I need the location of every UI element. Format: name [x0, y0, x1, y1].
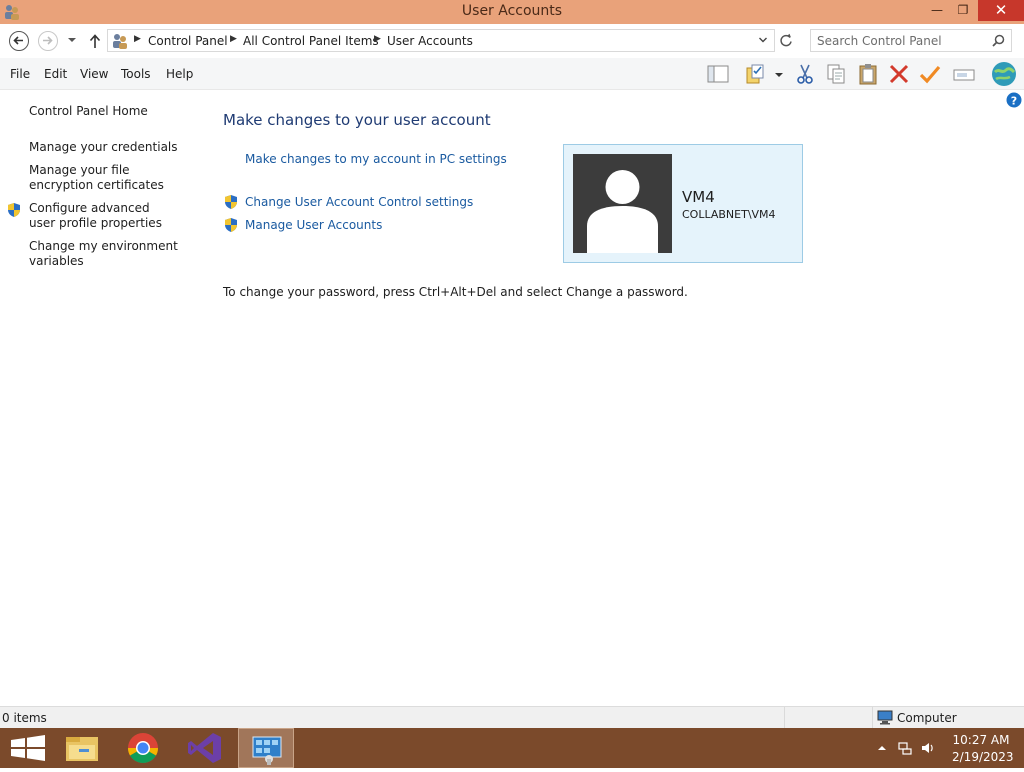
taskbar-file-explorer[interactable]: [56, 728, 112, 768]
item-count: 0 items: [2, 711, 47, 725]
status-divider: [872, 707, 873, 729]
address-bar[interactable]: ▶ Control Panel ▶ All Control Panel Item…: [107, 29, 775, 52]
cut-icon[interactable]: [793, 62, 817, 86]
window-title: User Accounts: [461, 3, 563, 19]
check-icon[interactable]: [918, 62, 942, 86]
status-divider: [784, 707, 785, 729]
forward-button[interactable]: [38, 31, 58, 51]
copy-icon[interactable]: [824, 62, 848, 86]
taskbar-clock-date[interactable]: 2/19/2023: [952, 750, 1014, 764]
search-input[interactable]: [817, 32, 987, 49]
uac-settings-link[interactable]: Change User Account Control settings: [245, 195, 473, 209]
taskbar-control-panel[interactable]: [238, 728, 294, 768]
nav-manage-credentials[interactable]: Manage your credentials: [29, 140, 199, 155]
back-button[interactable]: [9, 31, 29, 51]
search-icon[interactable]: [992, 34, 1005, 47]
control-panel-location-icon: [113, 34, 127, 49]
properties-icon[interactable]: [744, 62, 768, 86]
nav-file-encryption-certificates[interactable]: Manage your file encryption certificates: [29, 163, 189, 193]
start-button[interactable]: [0, 728, 56, 768]
nav-control-panel-home[interactable]: Control Panel Home: [29, 104, 199, 119]
nav-environment-variables[interactable]: Change my environment variables: [29, 239, 179, 269]
maximize-button[interactable]: ❐: [948, 0, 978, 21]
status-location: Computer: [897, 711, 957, 725]
breadcrumb-all-items[interactable]: All Control Panel Items: [243, 34, 379, 48]
menu-help[interactable]: Help: [166, 67, 193, 81]
windows-start-icon: [11, 735, 45, 761]
manage-user-accounts-link[interactable]: Manage User Accounts: [245, 218, 382, 232]
refresh-icon: [780, 33, 792, 47]
page-title: Make changes to your user account: [223, 111, 491, 129]
breadcrumb-user-accounts[interactable]: User Accounts: [387, 34, 473, 48]
chrome-icon: [127, 733, 158, 764]
svg-text:?: ?: [1011, 95, 1017, 108]
address-row: ▶ Control Panel ▶ All Control Panel Item…: [0, 24, 1024, 58]
shield-icon: [8, 203, 20, 217]
password-note: To change your password, press Ctrl+Alt+…: [223, 285, 688, 299]
taskbar: [0, 728, 1024, 768]
paste-icon[interactable]: [856, 62, 880, 86]
visual-studio-icon: [188, 733, 221, 763]
breadcrumb-separator-icon[interactable]: ▶: [134, 34, 141, 44]
shield-icon: [225, 195, 237, 209]
help-icon[interactable]: ?: [1006, 92, 1022, 108]
user-account-tile[interactable]: VM4 COLLABNET\VM4: [563, 144, 803, 263]
search-box[interactable]: [810, 29, 1012, 52]
title-bar: User Accounts — ❐ ✕: [0, 0, 1024, 24]
up-arrow-icon[interactable]: [88, 33, 102, 49]
arrow-right-icon: [43, 36, 53, 45]
user-silhouette-icon: [587, 170, 658, 253]
show-hidden-icons-icon[interactable]: [875, 741, 889, 755]
menu-view[interactable]: View: [80, 67, 108, 81]
file-explorer-icon: [66, 737, 98, 761]
menu-bar: File Edit View Tools Help: [0, 58, 1024, 90]
breadcrumb-separator-icon[interactable]: ▶: [374, 34, 381, 44]
status-bar: 0 items Computer: [0, 706, 1024, 729]
close-button[interactable]: ✕: [978, 0, 1024, 21]
shield-icon: [225, 218, 237, 232]
pc-settings-link[interactable]: Make changes to my account in PC setting…: [245, 152, 507, 166]
breadcrumb-control-panel[interactable]: Control Panel: [148, 34, 228, 48]
taskbar-clock-time[interactable]: 10:27 AM: [952, 733, 1010, 747]
delete-icon[interactable]: [887, 62, 911, 86]
avatar: [573, 154, 672, 253]
refresh-button[interactable]: [776, 29, 796, 52]
globe-icon[interactable]: [990, 60, 1018, 88]
menu-tools[interactable]: Tools: [121, 67, 151, 81]
computer-icon: [877, 710, 893, 725]
rename-icon[interactable]: [952, 62, 976, 86]
user-domain: COLLABNET\VM4: [682, 208, 776, 221]
menu-file[interactable]: File: [10, 67, 30, 81]
breadcrumb-separator-icon[interactable]: ▶: [230, 34, 237, 44]
taskbar-visual-studio[interactable]: [177, 728, 233, 768]
menu-edit[interactable]: Edit: [44, 67, 67, 81]
user-name: VM4: [682, 188, 715, 206]
address-dropdown-icon[interactable]: [758, 35, 768, 45]
nav-advanced-profile-properties[interactable]: Configure advanced user profile properti…: [29, 201, 179, 231]
volume-icon[interactable]: [921, 741, 935, 755]
layout-icon[interactable]: [706, 62, 730, 86]
control-panel-icon: [252, 736, 282, 765]
network-icon[interactable]: [898, 741, 912, 755]
recent-locations-chevron-icon[interactable]: [66, 34, 78, 46]
properties-dropdown-icon[interactable]: [772, 62, 786, 86]
arrow-left-icon: [13, 36, 23, 45]
taskbar-chrome[interactable]: [115, 728, 171, 768]
